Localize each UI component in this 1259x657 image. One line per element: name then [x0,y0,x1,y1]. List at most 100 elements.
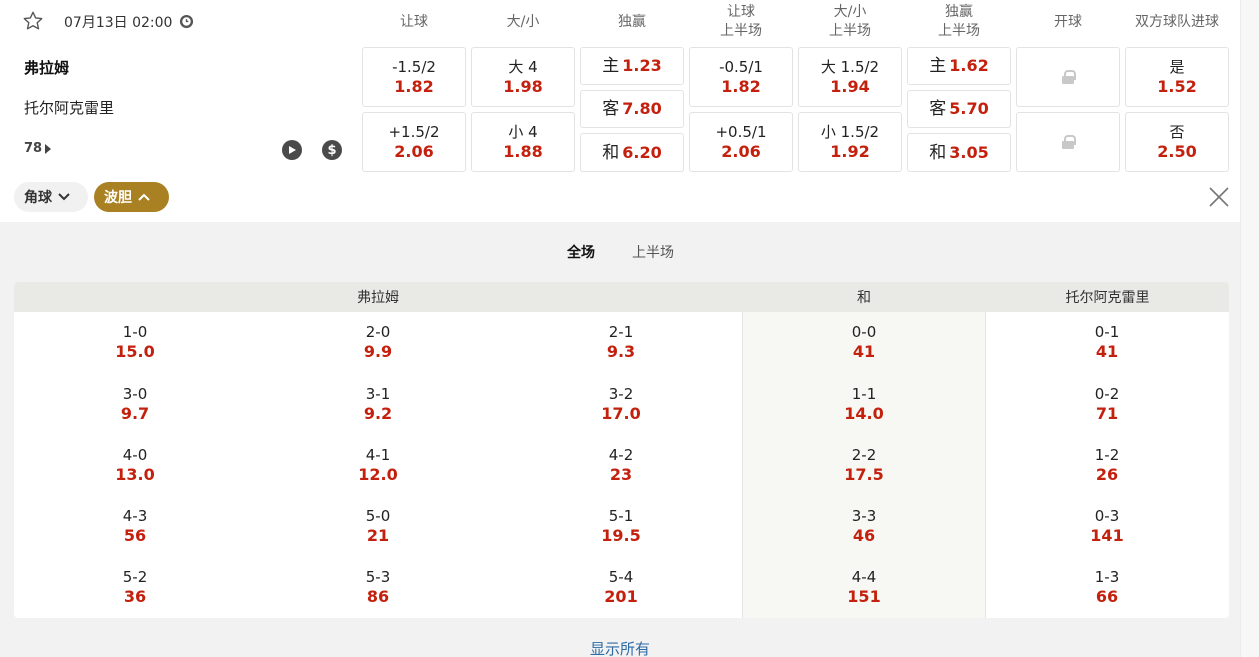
correct-score-cell[interactable]: 3-0 9.7 [55,385,215,423]
tab-first-half[interactable]: 上半场 [632,242,674,262]
correct-score-cell[interactable]: 0-2 71 [1027,385,1187,423]
score-odd: 41 [1095,342,1119,361]
odd-value: 5.70 [949,99,989,118]
column-header-4: 大/小 上半场 [798,0,902,44]
total-1h-odd-top[interactable]: 大 1.5/2 1.94 [798,47,902,107]
moneyline-odd-home[interactable]: 主 1.23 [580,47,684,85]
handicap-odd-bottom[interactable]: +1.5/2 2.06 [362,112,466,172]
show-all-link[interactable]: 显示所有 [0,638,1240,657]
total-odd-top[interactable]: 大 4 1.98 [471,47,575,107]
tab-full-time[interactable]: 全场 [567,242,595,262]
correct-score-cell[interactable]: 2-1 9.3 [541,323,701,361]
correct-score-cell[interactable]: 1-0 15.0 [55,323,215,361]
correct-score-cell[interactable]: 5-3 86 [298,568,458,606]
kickoff-locked-cell [1016,112,1120,172]
moneyline-odd-away[interactable]: 客 7.80 [580,90,684,128]
odd-value: 1.94 [830,77,870,96]
lock-icon [1062,135,1076,149]
odd-value: 1.92 [830,142,870,161]
moneyline-odd-draw[interactable]: 和 6.20 [580,133,684,172]
column-header-3: 让球 上半场 [689,0,793,44]
odd-label: 和 [602,142,620,163]
correct-score-cell[interactable]: 4-0 13.0 [55,446,215,484]
odd-label: +1.5/2 [388,123,440,141]
header-draw: 和 [857,290,871,306]
correct-score-cell[interactable]: 5-1 19.5 [541,507,701,545]
score-label: 1-0 [122,323,148,341]
correct-score-cell[interactable]: 0-0 41 [784,323,944,361]
corners-filter-chip[interactable]: 角球 [14,182,88,212]
column-header-6: 开球 [1016,0,1120,44]
match-header: 07月13日 02:00 [0,0,345,44]
btts-odd-top[interactable]: 是 1.52 [1125,47,1229,107]
score-label: 5-3 [365,568,391,586]
correct-score-cell[interactable]: 1-2 26 [1027,446,1187,484]
btts-odd-bottom[interactable]: 否 2.50 [1125,112,1229,172]
odd-label: 大 1.5/2 [820,58,880,76]
score-label: 3-2 [608,385,634,403]
correct-score-filter-chip[interactable]: 波胆 [94,182,169,212]
score-odd: 56 [123,526,147,545]
column-header-line2: 上半场 [720,23,762,39]
handicap-1h-odd-bottom[interactable]: +0.5/1 2.06 [689,112,793,172]
correct-score-cell[interactable]: 3-2 17.0 [541,385,701,423]
score-odd: 9.9 [363,342,393,361]
correct-score-table: 弗拉姆 和 托尔阿克雷里 1-0 15.0 2-0 9.9 2-1 9.3 0-0 41 0-1… [14,282,1229,618]
handicap-1h-odd-top[interactable]: -0.5/1 1.82 [689,47,793,107]
correct-score-chip-label: 波胆 [104,190,132,206]
score-odd: 19.5 [601,526,641,545]
correct-score-cell[interactable]: 0-3 141 [1027,507,1187,545]
total-odd-bottom[interactable]: 小 4 1.88 [471,112,575,172]
score-label: 0-3 [1094,507,1120,525]
odd-value: 1.88 [503,142,543,161]
odd-label: -0.5/1 [719,58,763,76]
column-header-line1: 开球 [1054,13,1082,30]
header-home: 弗拉姆 [357,290,399,306]
correct-score-cell[interactable]: 4-2 23 [541,446,701,484]
correct-score-cell[interactable]: 5-2 36 [55,568,215,606]
correct-score-cell[interactable]: 1-3 66 [1027,568,1187,606]
column-header-line1: 大/小 [506,13,540,30]
correct-score-cell[interactable]: 3-3 46 [784,507,944,545]
odd-label: 小 4 [508,123,538,141]
scrollbar-track[interactable] [1240,0,1259,657]
correct-score-cell[interactable]: 2-2 17.5 [784,446,944,484]
score-odd: 12.0 [358,465,398,484]
correct-score-cell[interactable]: 5-4 201 [541,568,701,606]
chevron-up-icon [138,193,150,201]
score-label: 4-4 [851,568,877,586]
correct-score-cell[interactable]: 5-0 21 [298,507,458,545]
odd-label: 主 [602,56,620,76]
score-label: 0-0 [851,323,877,341]
score-label: 5-0 [365,507,391,525]
score-label: 5-2 [122,568,148,586]
more-markets-link[interactable]: 78 [24,141,52,156]
star-icon[interactable] [22,10,44,32]
lock-icon [1062,70,1076,84]
column-header-7: 双方球队进球 [1125,0,1229,44]
play-icon[interactable] [282,140,302,160]
column-header-line2: 上半场 [829,23,871,39]
correct-score-cell[interactable]: 2-0 9.9 [298,323,458,361]
correct-score-cell[interactable]: 1-1 14.0 [784,385,944,423]
odd-value: 7.80 [622,99,662,118]
score-odd: 71 [1095,404,1119,423]
correct-score-cell[interactable]: 4-3 56 [55,507,215,545]
handicap-odd-top[interactable]: -1.5/2 1.82 [362,47,466,107]
score-label: 3-1 [365,385,391,403]
correct-score-cell[interactable]: 0-1 41 [1027,323,1187,361]
moneyline-1h-odd-draw[interactable]: 和 3.05 [907,133,1011,172]
correct-score-cell[interactable]: 4-4 151 [784,568,944,606]
total-1h-odd-bottom[interactable]: 小 1.5/2 1.92 [798,112,902,172]
moneyline-1h-odd-away[interactable]: 客 5.70 [907,90,1011,128]
score-label: 5-1 [608,507,634,525]
clock-icon [179,14,194,29]
moneyline-1h-odd-home[interactable]: 主 1.62 [907,47,1011,85]
correct-score-cell[interactable]: 4-1 12.0 [298,446,458,484]
odd-value: 2.06 [721,142,761,161]
correct-score-cell[interactable]: 3-1 9.2 [298,385,458,423]
close-icon[interactable] [1206,184,1232,210]
dollar-icon[interactable]: $ [322,140,342,160]
score-odd: 201 [604,587,638,606]
odd-value: 1.82 [394,77,434,96]
